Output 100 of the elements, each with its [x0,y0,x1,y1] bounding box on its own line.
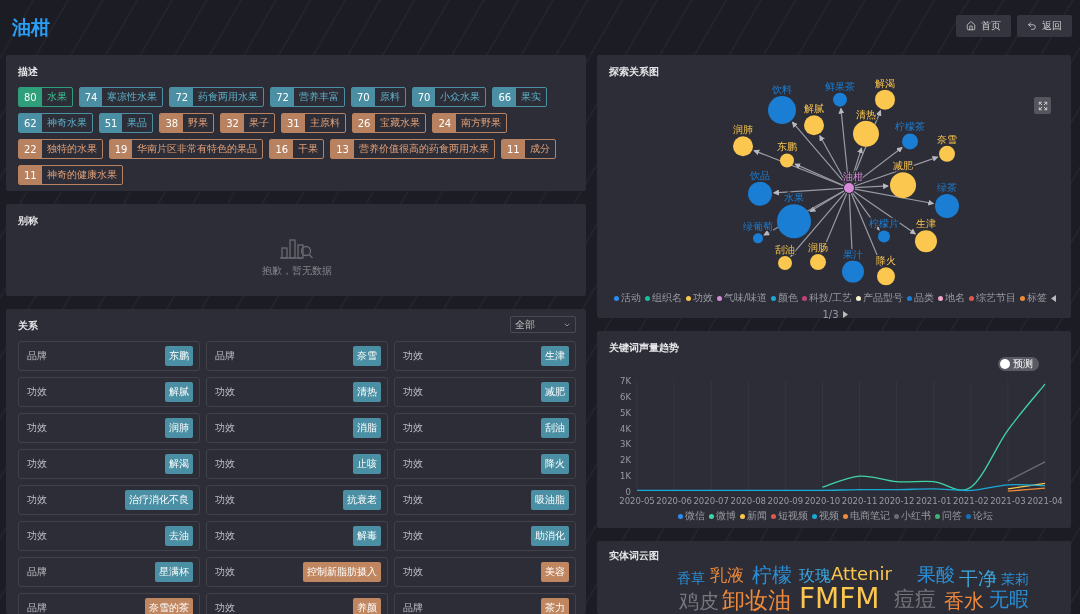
relation-value[interactable]: 东鹏 [165,346,193,366]
tag[interactable]: 62 神奇水果 [18,113,93,133]
tag[interactable]: 16 干果 [269,139,325,159]
relation-value[interactable]: 控制新脂肪摄入 [303,562,381,582]
graph-node[interactable] [853,120,879,147]
graph-node[interactable] [733,136,753,157]
tag[interactable]: 72 药食两用水果 [169,87,265,107]
previous-page-icon[interactable] [1051,294,1057,302]
legend-item[interactable]: 问答 [934,509,962,523]
tag[interactable]: 70 小众水果 [411,87,487,107]
legend-item[interactable]: 活动 [613,291,641,305]
graph-node[interactable] [777,204,811,239]
tag[interactable]: 24 南方野果 [432,113,508,133]
relation-value[interactable]: 星满杯 [155,562,193,582]
relation-value[interactable]: 奈雪的茶 [145,598,193,614]
graph-node[interactable] [842,260,864,283]
filter-select[interactable]: 全部 [510,316,576,333]
graph-node[interactable] [875,89,895,110]
legend-item[interactable]: 电商笔记 [842,509,890,523]
relation-value[interactable]: 奈雪 [353,346,381,366]
tag[interactable]: 19 华南片区非常有特色的果品 [108,139,264,159]
graph-node[interactable] [939,145,955,162]
legend-item[interactable]: 短视频 [770,509,808,523]
graph-node[interactable] [810,254,826,271]
cloud-word: 玫瑰 [799,568,831,584]
home-button[interactable]: 首页 [956,15,1011,37]
legend-item[interactable]: 论坛 [965,509,993,523]
tag[interactable]: 38 野果 [159,113,215,133]
legend-item[interactable]: 新闻 [739,509,767,523]
legend-item[interactable]: 产品型号 [856,291,904,305]
relation-type: 功效 [403,529,423,543]
relation-value[interactable]: 抗衰老 [343,490,381,510]
next-page-icon[interactable] [842,311,848,318]
tag[interactable]: 70 原料 [350,87,406,107]
relation-value[interactable]: 去油 [165,526,193,546]
graph-node[interactable] [890,172,916,199]
graph-node[interactable] [935,194,959,219]
relation-value[interactable]: 吸油脂 [531,490,569,510]
relation-value[interactable]: 消脂 [353,418,381,438]
relation-value[interactable]: 润肺 [165,418,193,438]
graph-node[interactable] [804,115,824,136]
relation-value[interactable]: 降火 [541,454,569,474]
relation-value[interactable]: 养颜 [353,598,381,614]
graph-node[interactable] [768,96,796,125]
relation-value[interactable]: 清热 [353,382,381,402]
legend-item[interactable]: 综艺节目 [969,291,1017,305]
relation-value[interactable]: 解腻 [165,382,193,402]
graph-node[interactable] [833,92,847,107]
graph-node[interactable] [778,256,792,271]
tag[interactable]: 31 主原料 [280,113,346,133]
relation-value[interactable]: 减肥 [541,382,569,402]
legend-item[interactable]: 视频 [811,509,839,523]
relation-value[interactable]: 生津 [541,346,569,366]
legend-item[interactable]: 小红书 [893,509,931,523]
tag[interactable]: 74 寒凉性水果 [78,87,164,107]
relation-value[interactable]: 止咳 [353,454,381,474]
relation-value[interactable]: 美容 [541,562,569,582]
relation-value[interactable]: 助消化 [531,526,569,546]
tag[interactable]: 66 果实 [492,87,548,107]
graph-node[interactable] [748,181,772,206]
relation-value[interactable]: 解渴 [165,454,193,474]
relation-type: 功效 [27,421,47,435]
tag[interactable]: 11 成分 [500,139,556,159]
graph-node[interactable] [877,267,895,286]
legend-item[interactable]: 颜色 [771,291,798,305]
axis-label: 5K [620,407,631,418]
tag[interactable]: 22 独特的水果 [18,139,103,159]
legend-item[interactable]: 组织名 [644,291,682,305]
legend-item[interactable]: 品类 [907,291,935,305]
cloud-word: 香草 [677,571,705,585]
relation-value[interactable]: 茶力 [541,598,569,614]
tag[interactable]: 26 宝藏水果 [351,113,427,133]
relation-value[interactable]: 刮油 [541,418,569,438]
graph-node[interactable] [915,230,937,253]
relation-value[interactable]: 治疗消化不良 [125,490,193,510]
legend-item[interactable]: 科技/工艺 [802,291,853,305]
tag[interactable]: 80 水果 [18,87,73,107]
legend-item[interactable]: 气味/味道 [716,291,767,305]
tag[interactable]: 72 营养丰富 [270,87,345,107]
legend-item[interactable]: 功效 [685,291,713,305]
tag[interactable]: 13 营养价值很高的药食两用水果 [330,139,495,159]
cloud-word: FMFM [799,585,880,613]
graph-node[interactable] [878,230,890,243]
tag[interactable]: 32 果子 [220,113,275,133]
tag[interactable]: 51 果品 [98,113,154,133]
graph-node[interactable] [780,153,794,168]
back-button[interactable]: 返回 [1017,15,1072,37]
tag[interactable]: 11 神奇的健康水果 [18,165,123,185]
fullscreen-button[interactable] [1034,97,1051,114]
legend-item[interactable]: 微信 [677,509,705,523]
graph-node[interactable] [753,233,763,244]
forecast-toggle[interactable]: 预测 [998,357,1039,371]
legend-item[interactable]: 标签 [1020,291,1048,305]
relation-value[interactable]: 解毒 [353,526,381,546]
legend-item[interactable]: 地名 [938,291,966,305]
graph-node[interactable] [844,183,854,193]
legend-item[interactable]: 微博 [708,509,736,523]
relation-type: 功效 [403,349,423,363]
node-label: 清热 [856,108,876,120]
graph-node[interactable] [902,133,918,150]
